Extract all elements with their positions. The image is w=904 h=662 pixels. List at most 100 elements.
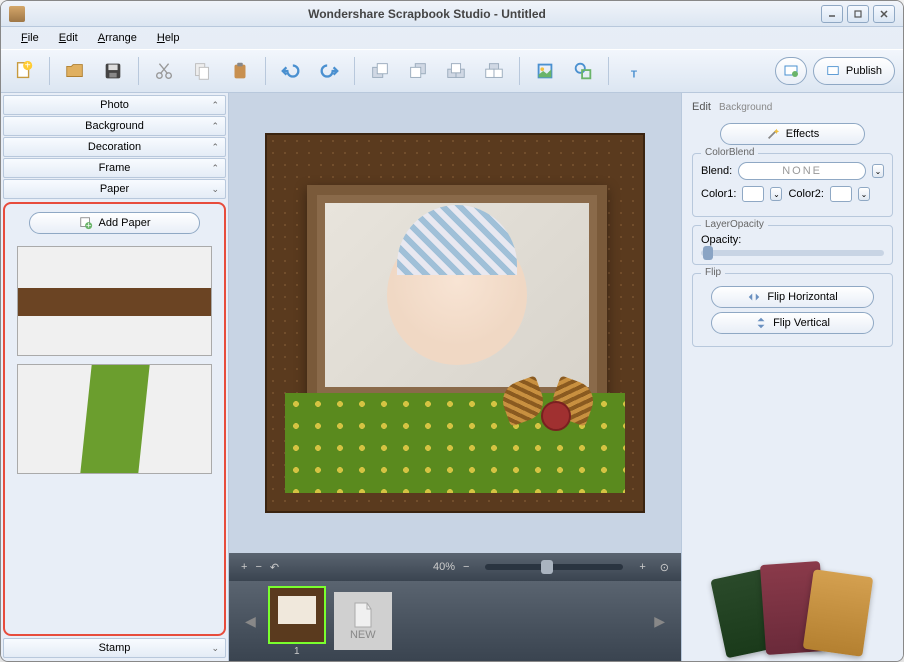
flip-h-icon [747, 291, 761, 303]
minimize-button[interactable] [821, 5, 843, 23]
color2-swatch[interactable] [830, 186, 852, 202]
flip-horizontal-button[interactable]: Flip Horizontal [711, 286, 874, 308]
zoom-out-icon[interactable]: − [255, 561, 261, 573]
canvas-area [229, 93, 681, 553]
app-window: Wondershare Scrapbook Studio - Untitled … [0, 0, 904, 662]
add-paper-button[interactable]: + Add Paper [29, 212, 200, 234]
opacity-label: Opacity: [701, 234, 884, 246]
promo-templates[interactable] [692, 543, 893, 653]
paper-thumb-2[interactable] [17, 364, 212, 474]
menu-arrange[interactable]: Arrange [90, 30, 145, 46]
zoom-slider[interactable] [485, 564, 623, 570]
new-page-thumb[interactable]: NEW [334, 592, 392, 650]
bring-forward-button[interactable] [365, 56, 395, 86]
scrapbook-canvas[interactable] [265, 133, 645, 513]
new-page-label: NEW [350, 629, 376, 641]
chevron-up-icon: ⌃ [211, 163, 219, 174]
close-button[interactable] [873, 5, 895, 23]
chevron-down-icon: ⌄ [211, 643, 219, 654]
accordion-decoration[interactable]: Decoration⌃ [3, 137, 226, 157]
layeropacity-fieldset: LayerOpacity Opacity: [692, 225, 893, 265]
page-thumb-1[interactable] [268, 586, 326, 644]
accordion-photo[interactable]: Photo⌃ [3, 95, 226, 115]
color1-label: Color1: [701, 188, 736, 200]
edit-subtitle: Background [719, 102, 772, 113]
colorblend-fieldset: ColorBlend Blend: NONE ⌄ Color1: ⌄ Color… [692, 153, 893, 217]
new-page-button[interactable]: + [9, 56, 39, 86]
color2-label: Color2: [788, 188, 823, 200]
svg-text:T: T [631, 69, 638, 80]
redo-button[interactable] [314, 56, 344, 86]
page-strip: ◀ 1 NEW ▶ [229, 581, 681, 661]
menu-file[interactable]: File [13, 30, 47, 46]
send-to-back-button[interactable] [479, 56, 509, 86]
zoom-value: 40% [433, 561, 455, 573]
menubar: File Edit Arrange Help [1, 27, 903, 49]
zoom-minus-button[interactable]: − [463, 561, 469, 573]
zoom-bar: + − ↶ 40% − + ⊙ [229, 553, 681, 581]
opacity-slider[interactable] [701, 250, 884, 256]
cut-button[interactable] [149, 56, 179, 86]
menu-help[interactable]: Help [149, 30, 188, 46]
effects-button[interactable]: Effects [720, 123, 865, 145]
preview-button[interactable] [775, 57, 807, 85]
photo [325, 203, 589, 387]
blend-dropdown-icon[interactable]: ⌄ [872, 164, 884, 178]
blend-label: Blend: [701, 165, 732, 177]
color2-dropdown-icon[interactable]: ⌄ [858, 187, 870, 201]
paper-thumb-1[interactable] [17, 246, 212, 356]
effects-label: Effects [786, 128, 819, 140]
paper-section: + Add Paper [3, 202, 226, 636]
accordion-frame[interactable]: Frame⌃ [3, 158, 226, 178]
right-panel: Edit Background Effects ColorBlend Blend… [681, 93, 903, 661]
edit-title: Edit [692, 101, 711, 113]
strip-prev-button[interactable]: ◀ [241, 613, 260, 630]
svg-text:+: + [85, 220, 91, 230]
copy-button[interactable] [187, 56, 217, 86]
zoom-plus-button[interactable]: + [639, 561, 645, 573]
flip-v-label: Flip Vertical [773, 317, 830, 329]
accordion-stamp[interactable]: Stamp⌄ [3, 638, 226, 658]
add-icon: + [79, 216, 93, 230]
menu-edit[interactable]: Edit [51, 30, 86, 46]
flip-v-icon [755, 316, 767, 330]
zoom-in-icon[interactable]: + [241, 561, 247, 573]
window-title: Wondershare Scrapbook Studio - Untitled [33, 7, 821, 21]
send-backward-button[interactable] [403, 56, 433, 86]
button-decoration [541, 401, 571, 431]
blend-select[interactable]: NONE [738, 162, 866, 180]
color1-dropdown-icon[interactable]: ⌄ [770, 187, 782, 201]
color1-swatch[interactable] [742, 186, 764, 202]
accordion-background[interactable]: Background⌃ [3, 116, 226, 136]
flip-label: Flip [701, 267, 725, 278]
add-paper-label: Add Paper [99, 217, 151, 229]
toolbar: + T Publish [1, 49, 903, 93]
bring-to-front-button[interactable] [441, 56, 471, 86]
center-panel: + − ↶ 40% − + ⊙ ◀ 1 NEW [229, 93, 681, 661]
chevron-up-icon: ⌃ [211, 121, 219, 132]
layeropacity-label: LayerOpacity [701, 219, 768, 230]
chevron-down-icon: ⌄ [211, 184, 219, 195]
new-page-icon [351, 601, 375, 629]
publish-button[interactable]: Publish [813, 57, 895, 85]
zoom-reset-button[interactable]: ⊙ [660, 561, 669, 574]
crop-button[interactable] [530, 56, 560, 86]
left-panel: Photo⌃ Background⌃ Decoration⌃ Frame⌃ Pa… [1, 93, 229, 661]
fit-icon[interactable]: ↶ [270, 561, 279, 574]
strip-next-button[interactable]: ▶ [650, 613, 669, 630]
bow-decoration[interactable] [503, 381, 593, 441]
flip-vertical-button[interactable]: Flip Vertical [711, 312, 874, 334]
shape-button[interactable] [568, 56, 598, 86]
titlebar: Wondershare Scrapbook Studio - Untitled [1, 1, 903, 27]
text-button[interactable]: T [619, 56, 649, 86]
maximize-button[interactable] [847, 5, 869, 23]
photo-frame[interactable] [307, 185, 607, 405]
chevron-up-icon: ⌃ [211, 100, 219, 111]
flip-h-label: Flip Horizontal [767, 291, 837, 303]
accordion-paper[interactable]: Paper⌄ [3, 179, 226, 199]
page-label-1: 1 [294, 646, 300, 657]
undo-button[interactable] [276, 56, 306, 86]
open-button[interactable] [60, 56, 90, 86]
save-button[interactable] [98, 56, 128, 86]
paste-button[interactable] [225, 56, 255, 86]
